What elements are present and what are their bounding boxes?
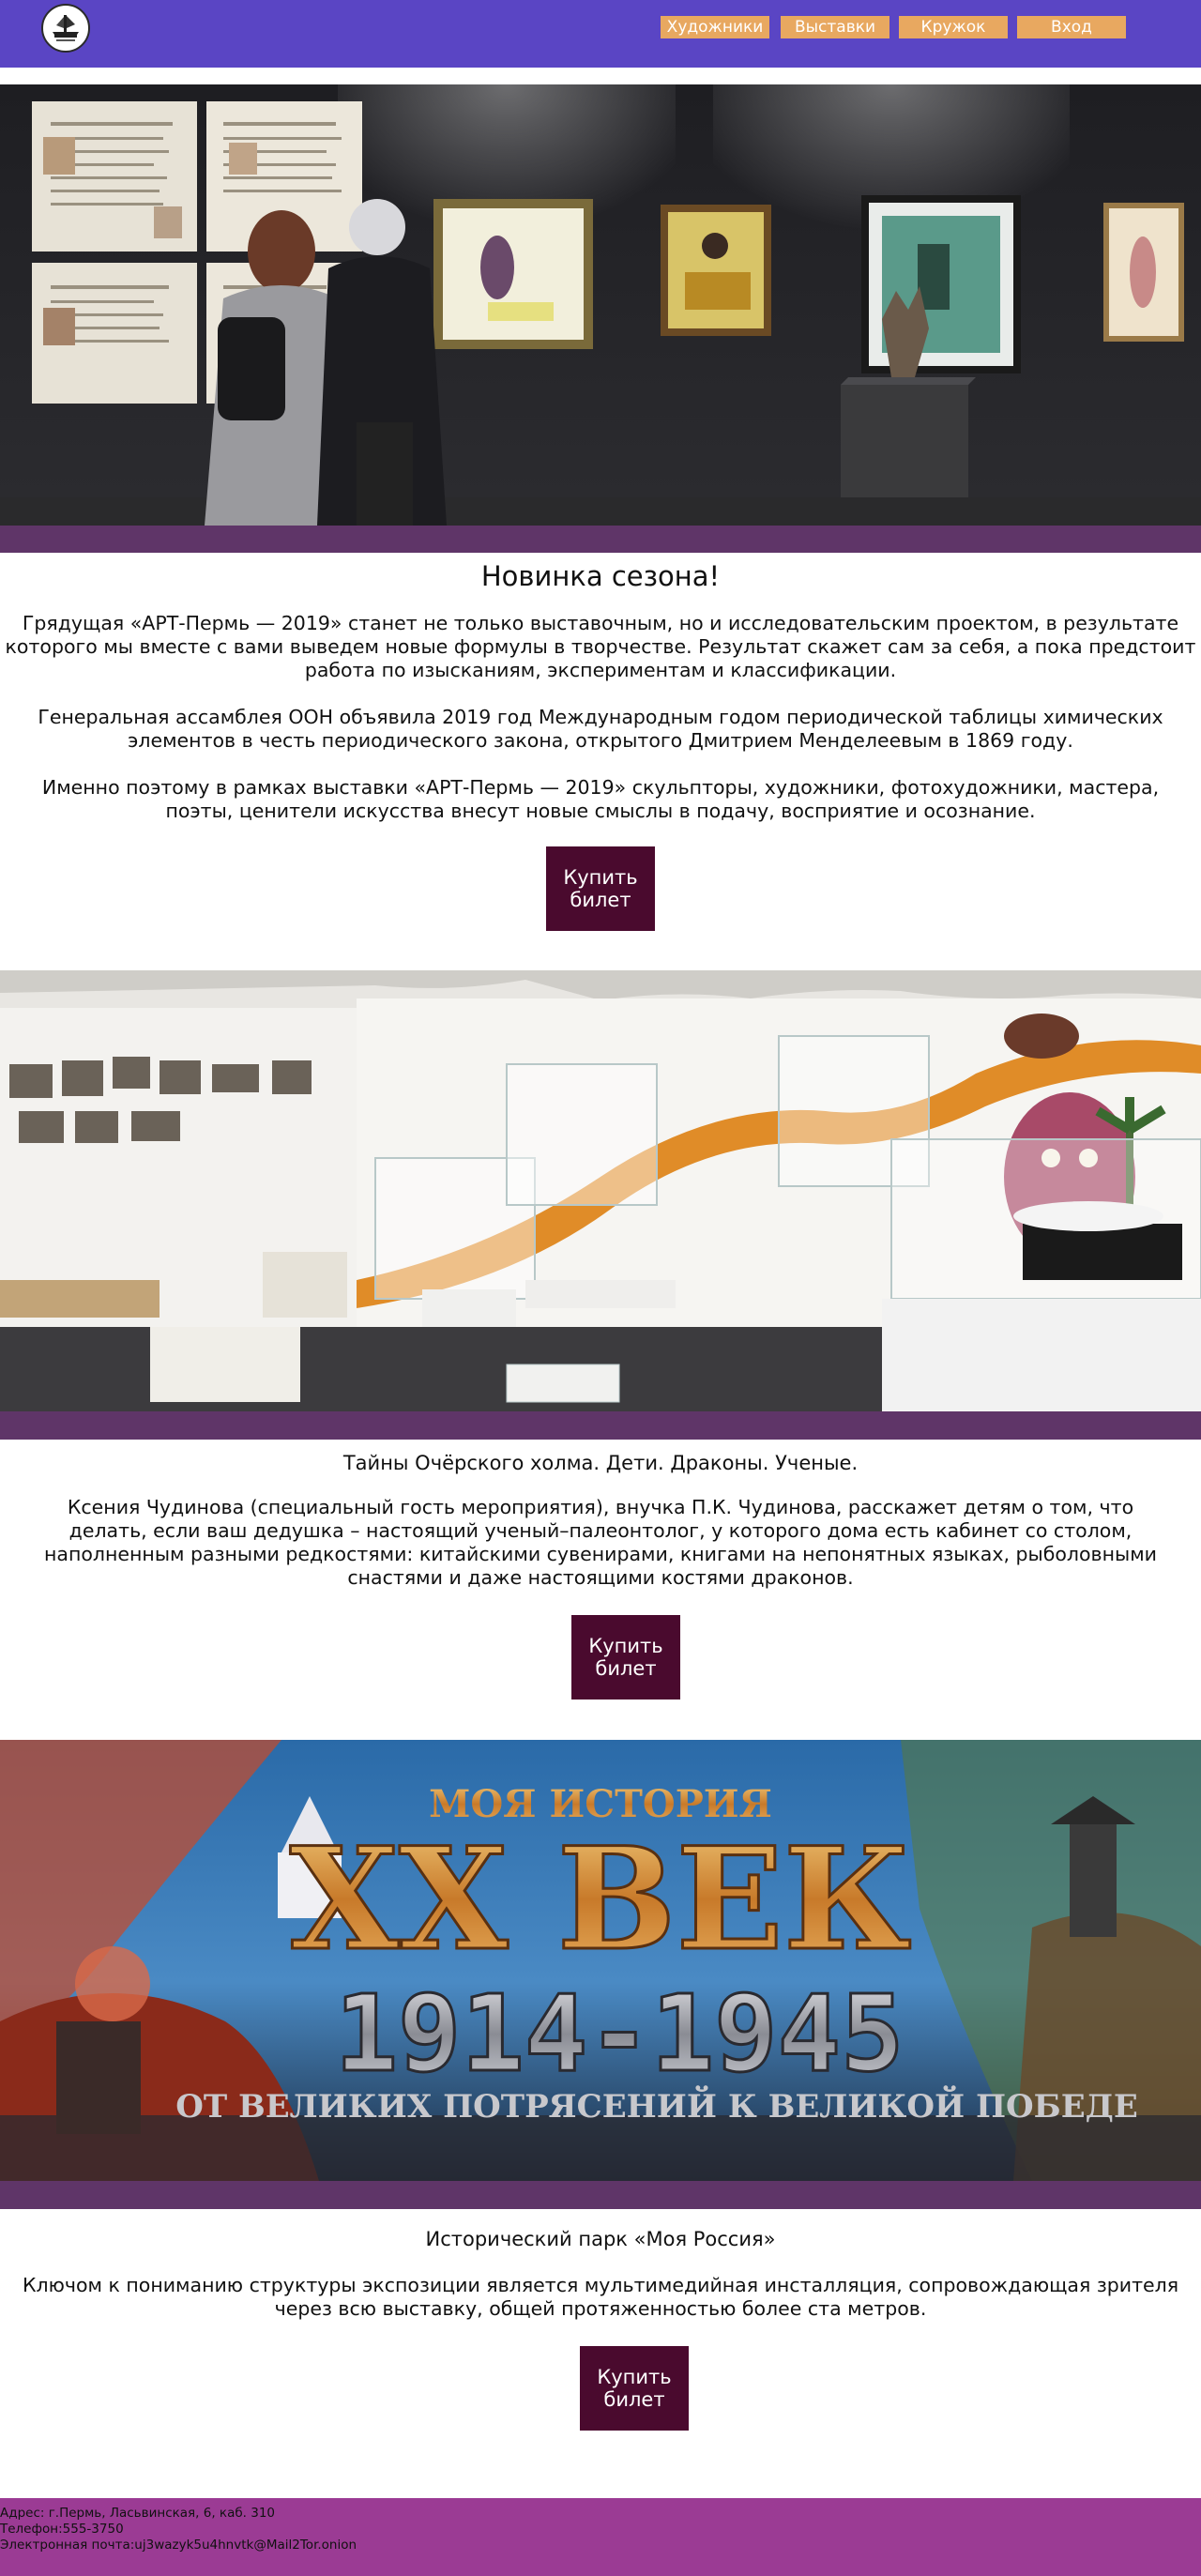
section-divider-band <box>0 2181 1201 2209</box>
nav-exhibitions[interactable]: Выставки <box>781 16 889 38</box>
paragraph: Грядущая «АРТ-Пермь — 2019» станет не то… <box>5 612 1196 681</box>
section-title: Тайны Очёрского холма. Дети. Драконы. Уч… <box>342 1452 859 1474</box>
footer-email: Электронная почта:uj3wazyk5u4hnvtk@Mail2… <box>0 2538 357 2553</box>
site-header: Художники Выставки Кружок Вход <box>0 0 1201 68</box>
gallery-exhibition-photo <box>0 84 1201 526</box>
nav-club[interactable]: Кружок <box>899 16 1008 38</box>
paragraph: Ключом к пониманию структуры экспозиции … <box>22 2274 1179 2320</box>
museum-display-cases-photo <box>0 970 1201 1411</box>
buy-ticket-button[interactable]: Купить билет <box>571 1615 680 1700</box>
footer-phone: Телефон:555-3750 <box>0 2522 124 2537</box>
section-title: Исторический парк «Моя Россия» <box>425 2228 776 2250</box>
paragraph: Ксения Чудинова (специальный гость мероп… <box>44 1496 1157 1589</box>
section-divider-band <box>0 526 1201 553</box>
section-title: Новинка сезона! <box>480 560 721 592</box>
nav-artists[interactable]: Художники <box>661 16 769 38</box>
nav-login[interactable]: Вход <box>1017 16 1126 38</box>
ship-emblem-icon[interactable] <box>41 4 90 53</box>
footer-address: Адрес: г.Пермь, Ласьвинская, 6, каб. 310 <box>0 2506 276 2521</box>
paragraph: Генеральная ассамблея ООН объявила 2019 … <box>38 706 1163 752</box>
section-divider-band <box>0 1411 1201 1440</box>
site-footer: Адрес: г.Пермь, Ласьвинская, 6, каб. 310… <box>0 2498 1201 2576</box>
buy-ticket-button[interactable]: Купить билет <box>580 2346 689 2431</box>
history-poster-banner: МОЯ ИСТОРИЯ XX ВЕК 1914-1945 ОТ ВЕЛИКИХ … <box>0 1740 1201 2181</box>
banner-years-text: 1914-1945 <box>335 1974 905 2096</box>
buy-ticket-button[interactable]: Купить билет <box>546 846 655 931</box>
banner-main-text: XX ВЕК <box>290 1817 912 1982</box>
banner-bottom-text: ОТ ВЕЛИКИХ ПОТРЯСЕНИЙ К ВЕЛИКОЙ ПОБЕДЕ <box>175 2085 1138 2126</box>
paragraph: Именно поэтому в рамках выставки «АРТ-Пе… <box>41 776 1160 822</box>
